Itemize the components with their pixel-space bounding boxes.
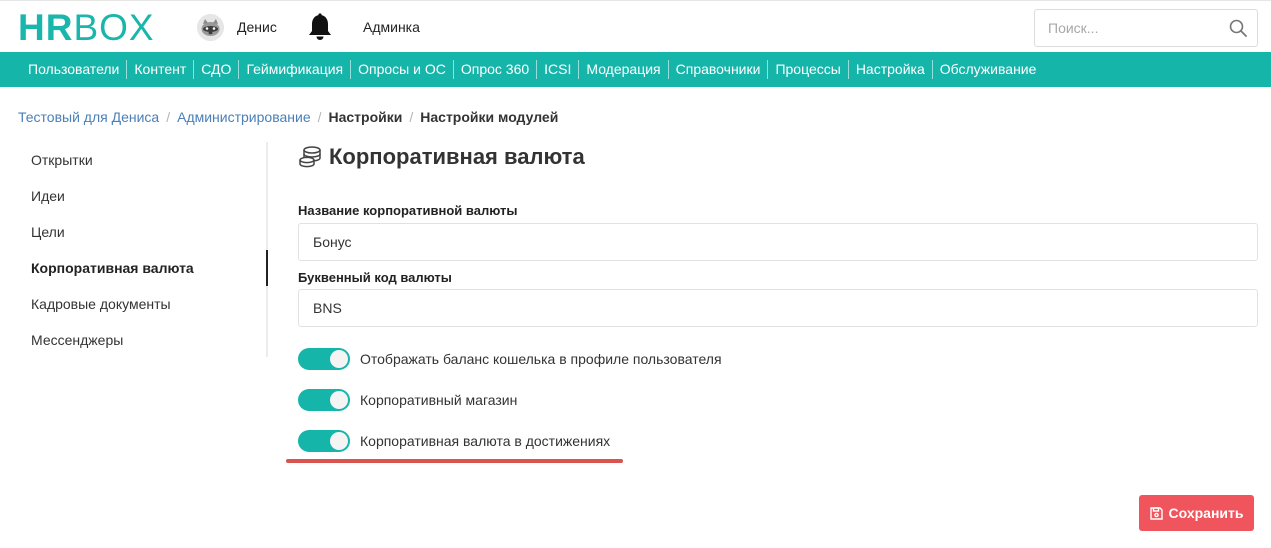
currency-name-field-box bbox=[298, 223, 1258, 261]
main-nav: Пользователи Контент СДО Геймификация Оп… bbox=[0, 52, 1271, 87]
toggle-knob bbox=[330, 432, 348, 450]
nav-item-icsi[interactable]: ICSI bbox=[536, 60, 578, 79]
highlight-underline bbox=[286, 459, 623, 463]
nav-item-lms[interactable]: СДО bbox=[193, 60, 238, 79]
top-header: HR BOX Денис Админка bbox=[0, 0, 1271, 52]
sidebar-item-goals[interactable]: Цели bbox=[31, 214, 268, 250]
currency-achievements-label: Корпоративная валюта в достижениях bbox=[360, 433, 611, 449]
breadcrumb-settings[interactable]: Настройки bbox=[329, 109, 403, 125]
currency-code-label: Буквенный код валюты bbox=[298, 270, 452, 285]
admin-link[interactable]: Админка bbox=[363, 19, 420, 35]
breadcrumb: Тестовый для Дениса / Администрирование … bbox=[18, 109, 558, 125]
sidebar-item-messengers[interactable]: Мессенджеры bbox=[31, 322, 268, 358]
nav-item-users[interactable]: Пользователи bbox=[21, 60, 126, 79]
currency-achievements-toggle[interactable] bbox=[298, 430, 350, 452]
save-button[interactable]: Сохранить bbox=[1139, 495, 1254, 531]
sidebar-item-ideas[interactable]: Идеи bbox=[31, 178, 268, 214]
nav-item-surveys[interactable]: Опросы и ОС bbox=[350, 60, 453, 79]
sidebar-item-corporate-currency[interactable]: Корпоративная валюта bbox=[31, 250, 268, 286]
bell-icon[interactable] bbox=[307, 13, 333, 41]
breadcrumb-company[interactable]: Тестовый для Дениса bbox=[18, 109, 159, 125]
logo-hr: HR bbox=[18, 7, 74, 48]
wallet-balance-toggle[interactable] bbox=[298, 348, 350, 370]
save-button-label: Сохранить bbox=[1168, 505, 1244, 521]
toggle-row-wallet-balance: Отображать баланс кошелька в профиле пол… bbox=[298, 348, 722, 370]
toggle-knob bbox=[330, 350, 348, 368]
toggle-knob bbox=[330, 391, 348, 409]
nav-item-content[interactable]: Контент bbox=[126, 60, 193, 79]
hrbox-logo[interactable]: HR BOX bbox=[18, 7, 155, 48]
currency-code-field[interactable] bbox=[299, 290, 1257, 326]
page-title-wrap: Корпоративная валюта bbox=[298, 144, 585, 170]
logo-box: BOX bbox=[73, 7, 155, 48]
breadcrumb-module-settings: Настройки модулей bbox=[420, 109, 559, 125]
coins-icon bbox=[298, 145, 322, 169]
wallet-balance-label: Отображать баланс кошелька в профиле пол… bbox=[360, 351, 722, 367]
settings-sidebar: Открытки Идеи Цели Корпоративная валюта … bbox=[0, 142, 268, 357]
breadcrumb-administration[interactable]: Администрирование bbox=[177, 109, 311, 125]
nav-item-processes[interactable]: Процессы bbox=[767, 60, 847, 79]
sidebar-item-hr-documents[interactable]: Кадровые документы bbox=[31, 286, 268, 322]
floppy-disk-icon bbox=[1149, 506, 1163, 520]
currency-name-field[interactable] bbox=[299, 224, 1257, 260]
nav-item-settings[interactable]: Настройка bbox=[847, 60, 932, 79]
nav-item-survey-360[interactable]: Опрос 360 bbox=[452, 60, 536, 79]
user-name[interactable]: Денис bbox=[237, 19, 277, 35]
breadcrumb-separator: / bbox=[166, 109, 171, 125]
currency-code-field-box bbox=[298, 289, 1258, 327]
sidebar-item-postcards[interactable]: Открытки bbox=[31, 142, 268, 178]
nav-item-maintenance[interactable]: Обслуживание bbox=[931, 60, 1044, 79]
breadcrumb-separator: / bbox=[317, 109, 322, 125]
currency-name-label: Название корпоративной валюты bbox=[298, 203, 518, 218]
corporate-shop-label: Корпоративный магазин bbox=[360, 392, 518, 408]
corporate-shop-toggle[interactable] bbox=[298, 389, 350, 411]
breadcrumb-separator: / bbox=[409, 109, 414, 125]
nav-item-references[interactable]: Справочники bbox=[667, 60, 768, 79]
page-title: Корпоративная валюта bbox=[329, 144, 585, 169]
search-input[interactable] bbox=[1035, 10, 1215, 46]
raccoon-avatar-icon[interactable] bbox=[197, 14, 224, 41]
search-box bbox=[1034, 9, 1258, 47]
search-icon[interactable] bbox=[1229, 19, 1247, 37]
nav-item-gamification[interactable]: Геймификация bbox=[238, 60, 350, 79]
nav-item-moderation[interactable]: Модерация bbox=[578, 60, 667, 79]
toggle-row-corporate-shop: Корпоративный магазин bbox=[298, 389, 517, 411]
toggle-row-currency-achievements: Корпоративная валюта в достижениях bbox=[298, 430, 610, 452]
